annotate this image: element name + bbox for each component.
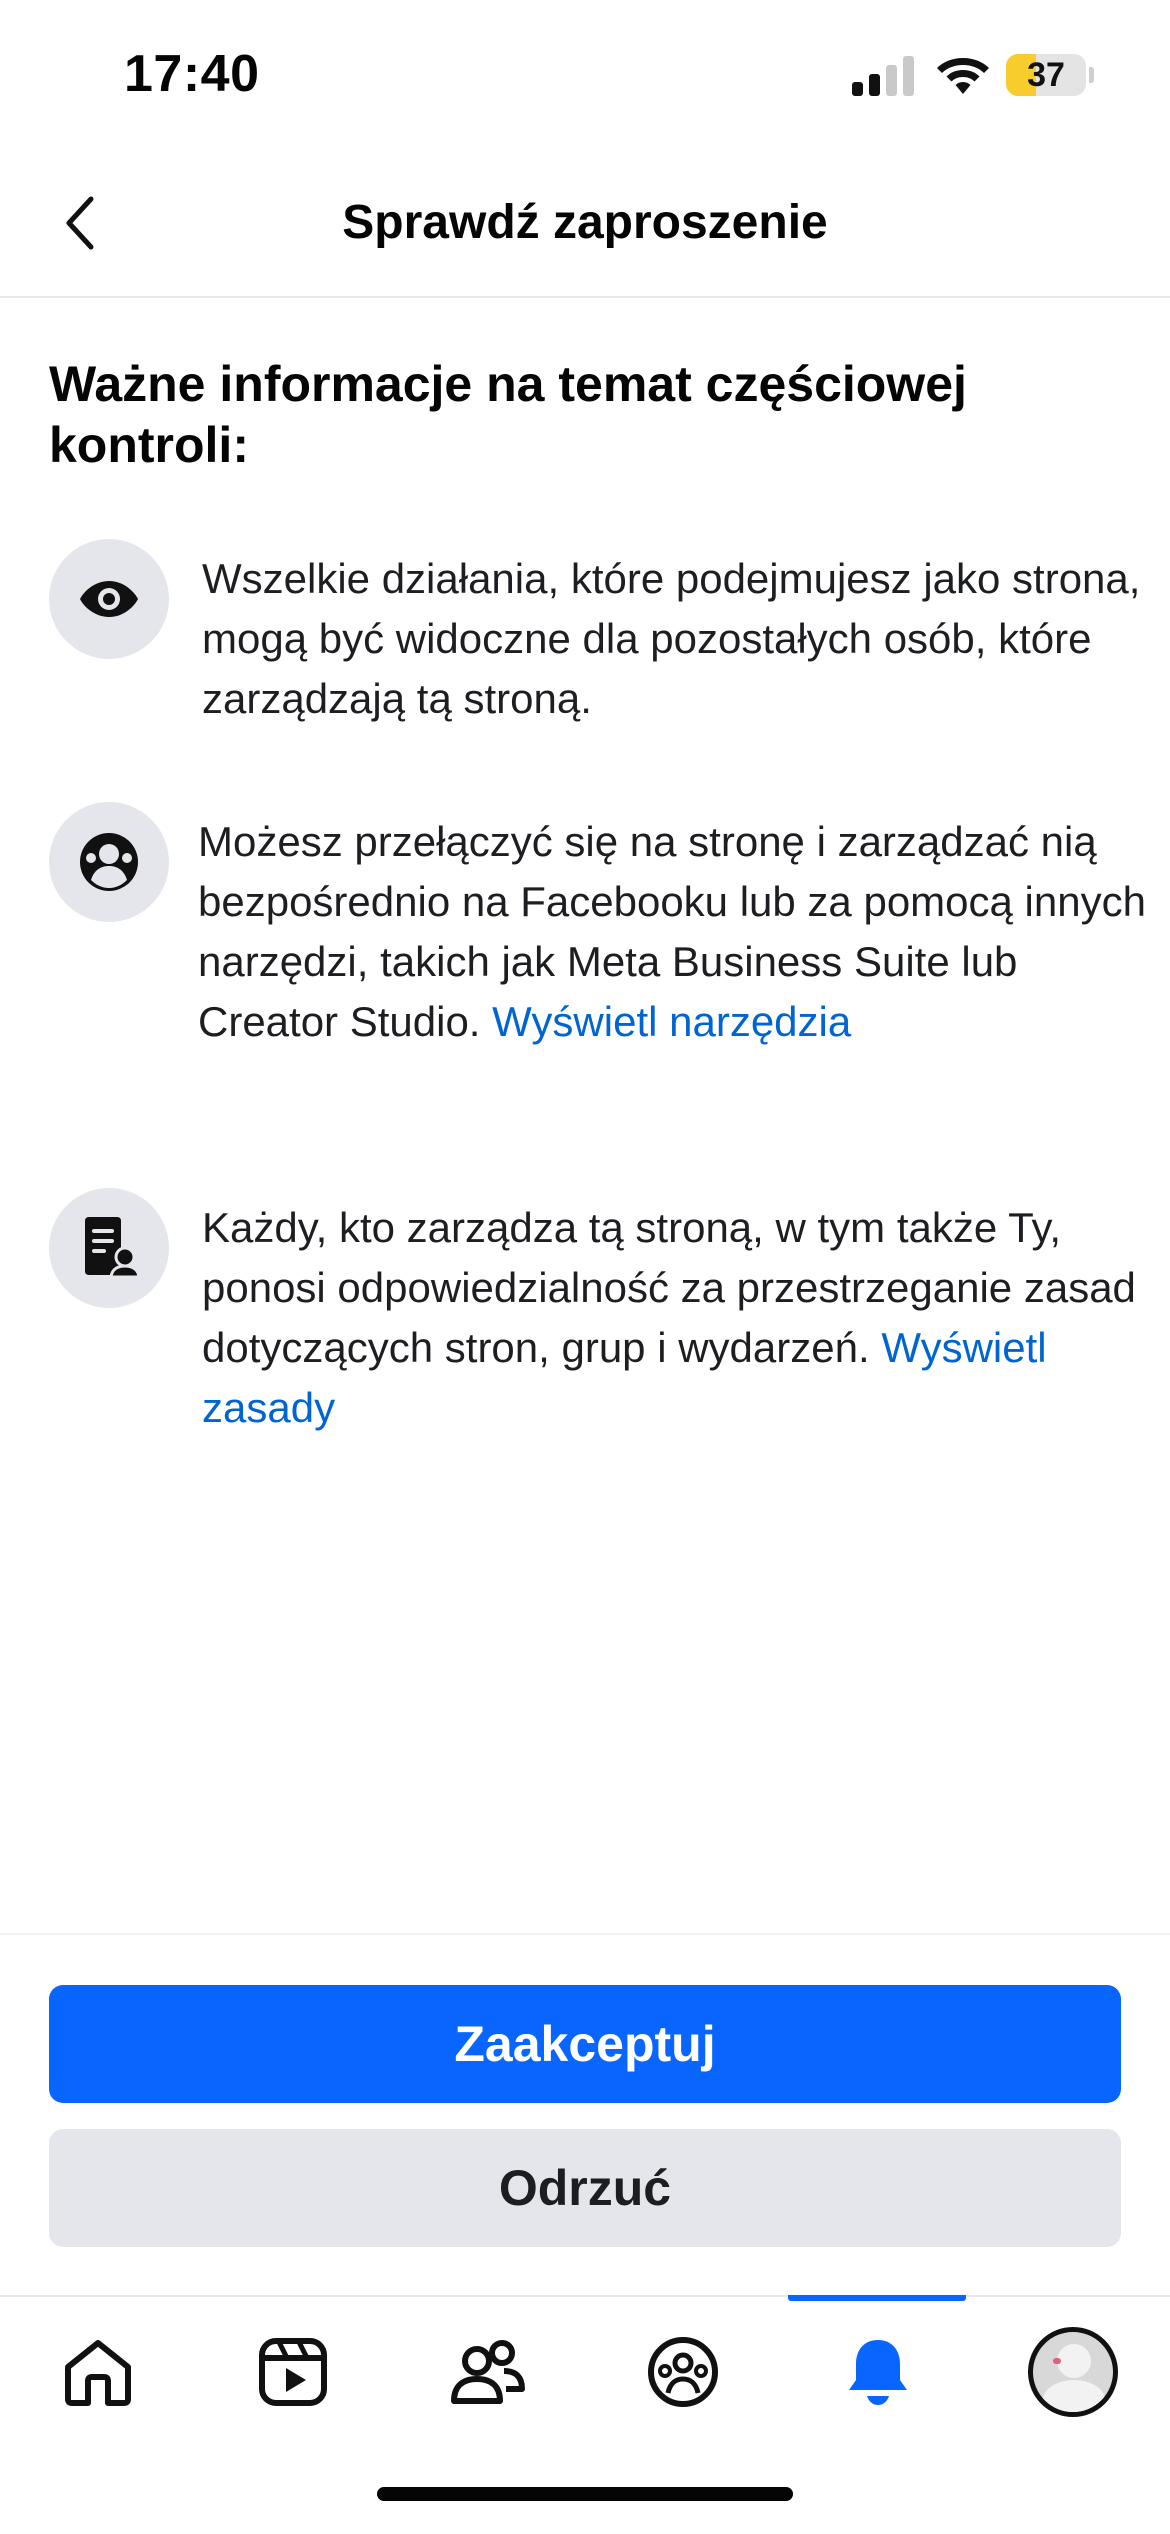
info-icon-wrap [49,1188,169,1308]
accept-button[interactable]: Zaakceptuj [49,1985,1121,2103]
info-text: Wszelkie działania, które podejmujesz ja… [202,549,1170,729]
info-text: Każdy, kto zarządza tą stroną, w tym tak… [202,1198,1170,1438]
nav-friends[interactable] [390,2297,585,2447]
section-heading: Ważne informacje na temat częściowej kon… [49,356,967,473]
chevron-left-icon [66,196,94,250]
wifi-icon [937,58,989,94]
info-text: Możesz przełączyć się na stronę i zarząd… [198,812,1168,1052]
nav-video[interactable] [195,2297,390,2447]
info-icon-wrap [49,802,169,922]
view-tools-link[interactable]: Wyświetl narzędzia [492,998,851,1045]
page-title: Sprawdź zaproszenie [342,196,828,249]
battery-level-text: 37 [1027,56,1065,94]
signal-icon [852,56,914,96]
active-tab-indicator [788,2295,966,2301]
status-bar: 17:40 37 [0,0,1170,150]
back-button[interactable] [36,178,126,268]
document-person-icon [85,1217,137,1279]
action-bar: Zaakceptuj Odrzuć [0,1933,1170,2297]
nav-profile[interactable] [975,2297,1170,2447]
home-icon [64,2340,131,2406]
bell-icon [848,2340,907,2405]
friends-icon [450,2340,525,2404]
info-icon-wrap [49,539,169,659]
nav-notifications[interactable] [780,2295,975,2447]
groups-icon [647,2337,718,2407]
eye-icon [80,581,138,617]
avatar [1027,2327,1118,2417]
people-circle-icon [80,833,138,891]
nav-groups[interactable] [585,2297,780,2447]
status-time: 17:40 [124,45,260,103]
info-text-body: Wszelkie działania, które podejmujesz ja… [202,555,1141,722]
nav-home[interactable] [0,2297,195,2447]
video-icon [258,2338,327,2406]
reject-button[interactable]: Odrzuć [49,2129,1121,2247]
home-indicator[interactable] [377,2487,793,2501]
header: Sprawdź zaproszenie [0,150,1170,298]
battery-icon: 37 [1006,54,1094,96]
